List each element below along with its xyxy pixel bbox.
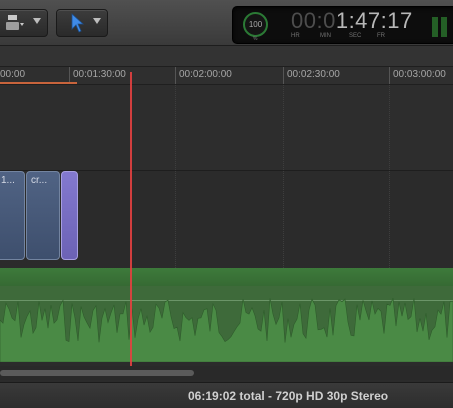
audio-waveform — [0, 297, 453, 362]
ruler-label: 00:01:30:00 — [73, 69, 126, 80]
timecode-active: 1:47:17 — [335, 8, 413, 33]
status-bar: 06:19:02 total - 720p HD 30p Stereo — [0, 382, 453, 408]
timecode-value: 00:01:47:17 — [291, 8, 413, 34]
grid-line — [283, 85, 284, 268]
audio-meter-right — [441, 17, 447, 37]
ruler-label: 00:02:30:00 — [287, 69, 340, 80]
range-selection-bar[interactable] — [0, 82, 77, 84]
audio-track[interactable] — [0, 268, 453, 362]
ruler-tick — [389, 67, 390, 84]
grid-line — [389, 85, 390, 268]
scrollbar-thumb[interactable] — [0, 370, 194, 376]
horizontal-scrollbar[interactable] — [0, 366, 453, 380]
video-clip[interactable]: cr... — [26, 171, 60, 260]
chevron-down-icon — [93, 18, 101, 24]
chevron-down-icon — [33, 18, 41, 24]
percentage-value: 100 — [248, 20, 263, 29]
timecode-dim-prefix: 00:0 — [291, 8, 336, 33]
unit-min: MIN — [320, 33, 331, 39]
project-summary: 06:19:02 total - 720p HD 30p Stereo — [188, 389, 389, 403]
toolbar: 100 % 00:01:47:17 HR MIN SEC FR — [0, 0, 453, 46]
timecode-display[interactable]: 100 % 00:01:47:17 HR MIN SEC FR — [232, 6, 453, 44]
clip-appearance-icon — [6, 15, 24, 30]
ruler-label: 00:02:00:00 — [179, 69, 232, 80]
clip-title: 1... — [1, 175, 15, 186]
clip-title: cr... — [31, 175, 48, 186]
grid-line — [175, 85, 176, 268]
arrow-select-icon — [71, 13, 85, 33]
video-clip[interactable]: 1... — [0, 171, 25, 260]
timeline-header-strip — [0, 46, 453, 67]
ruler-label: 00:03:00:00 — [393, 69, 446, 80]
timeline-empty-lane — [0, 85, 453, 171]
select-tool-button[interactable] — [56, 9, 108, 37]
audio-meter-left — [432, 17, 438, 37]
transition-clip[interactable] — [61, 171, 78, 260]
clip-appearance-button[interactable] — [0, 9, 48, 37]
zoom-percentage-dial: 100 — [243, 12, 268, 37]
ruler-tick — [175, 67, 176, 84]
percent-sign: % — [253, 36, 258, 42]
playhead[interactable] — [130, 72, 132, 366]
unit-fr: FR — [377, 33, 385, 39]
unit-sec: SEC — [349, 33, 362, 39]
ruler-label: 00:00 — [0, 69, 26, 80]
ruler-tick — [283, 67, 284, 84]
unit-hr: HR — [291, 33, 300, 39]
